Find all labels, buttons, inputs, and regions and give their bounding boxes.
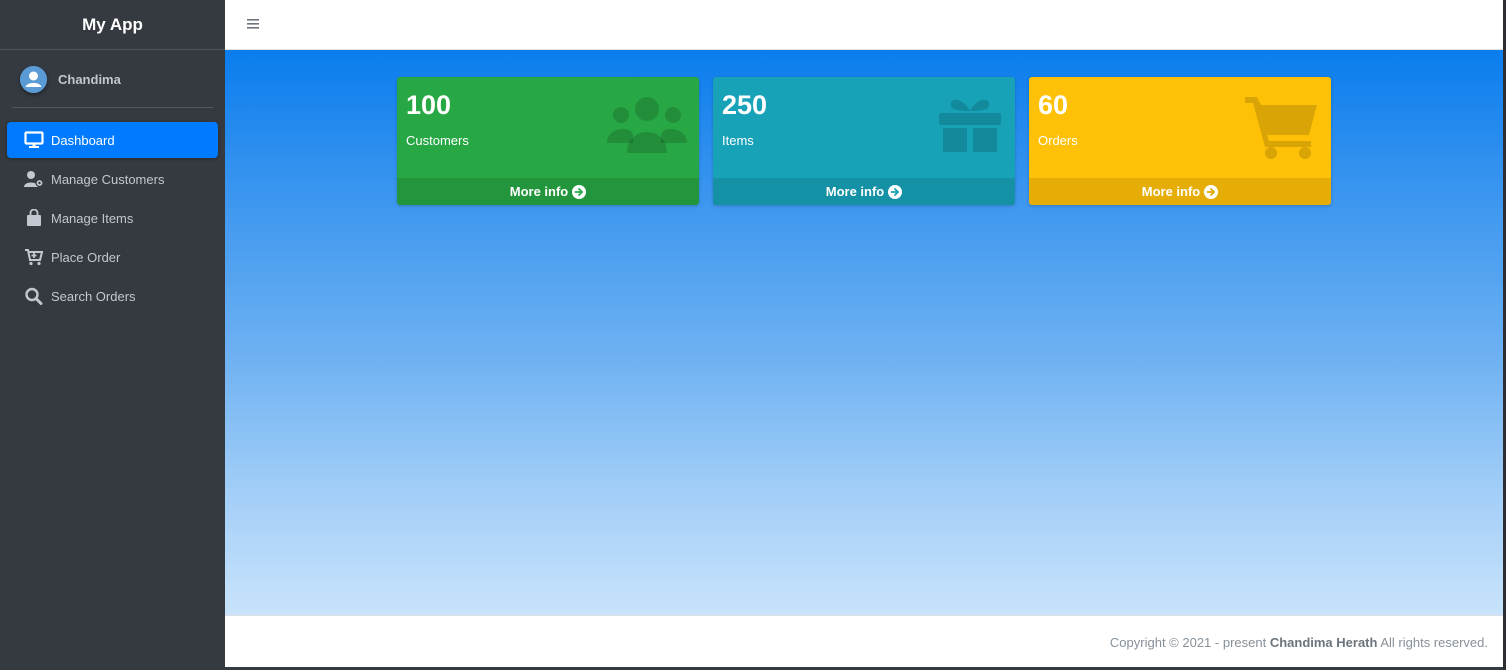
sidebar-item-place-order[interactable]: Place Order xyxy=(7,239,218,275)
copyright-author: Chandima Herath xyxy=(1269,635,1378,650)
small-box-label: Orders xyxy=(1038,133,1078,149)
user-avatar-icon xyxy=(20,66,47,93)
more-info-label: More info xyxy=(825,184,885,199)
sidebar-item-label: Search Orders xyxy=(51,288,136,304)
user-name: Chandima xyxy=(58,72,121,87)
sidebar-item-search-orders[interactable]: Search Orders xyxy=(7,278,218,314)
more-info-label: More info xyxy=(509,184,569,199)
more-info-link[interactable]: More info xyxy=(713,178,1015,205)
small-box-inner: 100 Customers xyxy=(406,89,469,148)
small-box-customers: 100 Customers More info xyxy=(397,77,699,205)
content-wrapper: 100 Customers More info 250 Items More i… xyxy=(225,50,1503,615)
more-info-link[interactable]: More info xyxy=(397,178,699,205)
cart-plus-icon xyxy=(24,248,44,266)
small-box-label: Customers xyxy=(406,133,469,149)
user-panel[interactable]: Chandima xyxy=(12,50,213,108)
sidebar-nav: Dashboard Manage Customers Manage Items … xyxy=(0,122,225,314)
users-icon xyxy=(607,95,687,160)
copyright-suffix: All rights reserved. xyxy=(1377,635,1488,650)
small-box-label: Items xyxy=(722,133,754,149)
sidebar-item-label: Dashboard xyxy=(51,132,115,148)
user-cog-icon xyxy=(24,170,44,188)
search-icon xyxy=(24,287,44,305)
hamburger-icon[interactable] xyxy=(245,16,261,32)
sidebar-item-manage-customers[interactable]: Manage Customers xyxy=(7,161,218,197)
gift-icon xyxy=(937,95,1003,160)
shopping-cart-icon xyxy=(1245,95,1319,164)
small-box-value: 60 xyxy=(1038,90,1069,120)
top-navbar xyxy=(225,0,1503,50)
copyright-text: Copyright © 2021 - present Chandima Hera… xyxy=(1110,635,1488,650)
arrow-circle-right-icon xyxy=(888,184,903,199)
arrow-circle-right-icon xyxy=(572,184,587,199)
main-footer: Copyright © 2021 - present Chandima Hera… xyxy=(225,615,1503,667)
monitor-icon xyxy=(24,131,44,149)
sidebar-item-manage-items[interactable]: Manage Items xyxy=(7,200,218,236)
sidebar-item-label: Place Order xyxy=(51,249,121,265)
small-box-orders: 60 Orders More info xyxy=(1029,77,1331,205)
small-box-inner: 250 Items xyxy=(722,89,767,148)
small-box-items: 250 Items More info xyxy=(713,77,1015,205)
more-info-label: More info xyxy=(1141,184,1201,199)
brand-link[interactable]: My App xyxy=(0,0,225,50)
small-box-inner: 60 Orders xyxy=(1038,89,1078,148)
sidebar-item-dashboard[interactable]: Dashboard xyxy=(7,122,218,158)
brand-text: My App xyxy=(82,14,143,34)
copyright-prefix: Copyright © 2021 - present xyxy=(1109,635,1270,650)
sidebar-item-label: Manage Items xyxy=(51,210,134,226)
arrow-circle-right-icon xyxy=(1204,184,1219,199)
small-box-value: 100 xyxy=(406,90,452,120)
sidebar-item-label: Manage Customers xyxy=(51,171,165,187)
more-info-link[interactable]: More info xyxy=(1029,178,1331,205)
shopping-bag-icon xyxy=(24,209,44,227)
sidebar: My App Chandima Dashboard Manage Custome… xyxy=(0,0,225,670)
small-box-value: 250 xyxy=(722,90,768,120)
